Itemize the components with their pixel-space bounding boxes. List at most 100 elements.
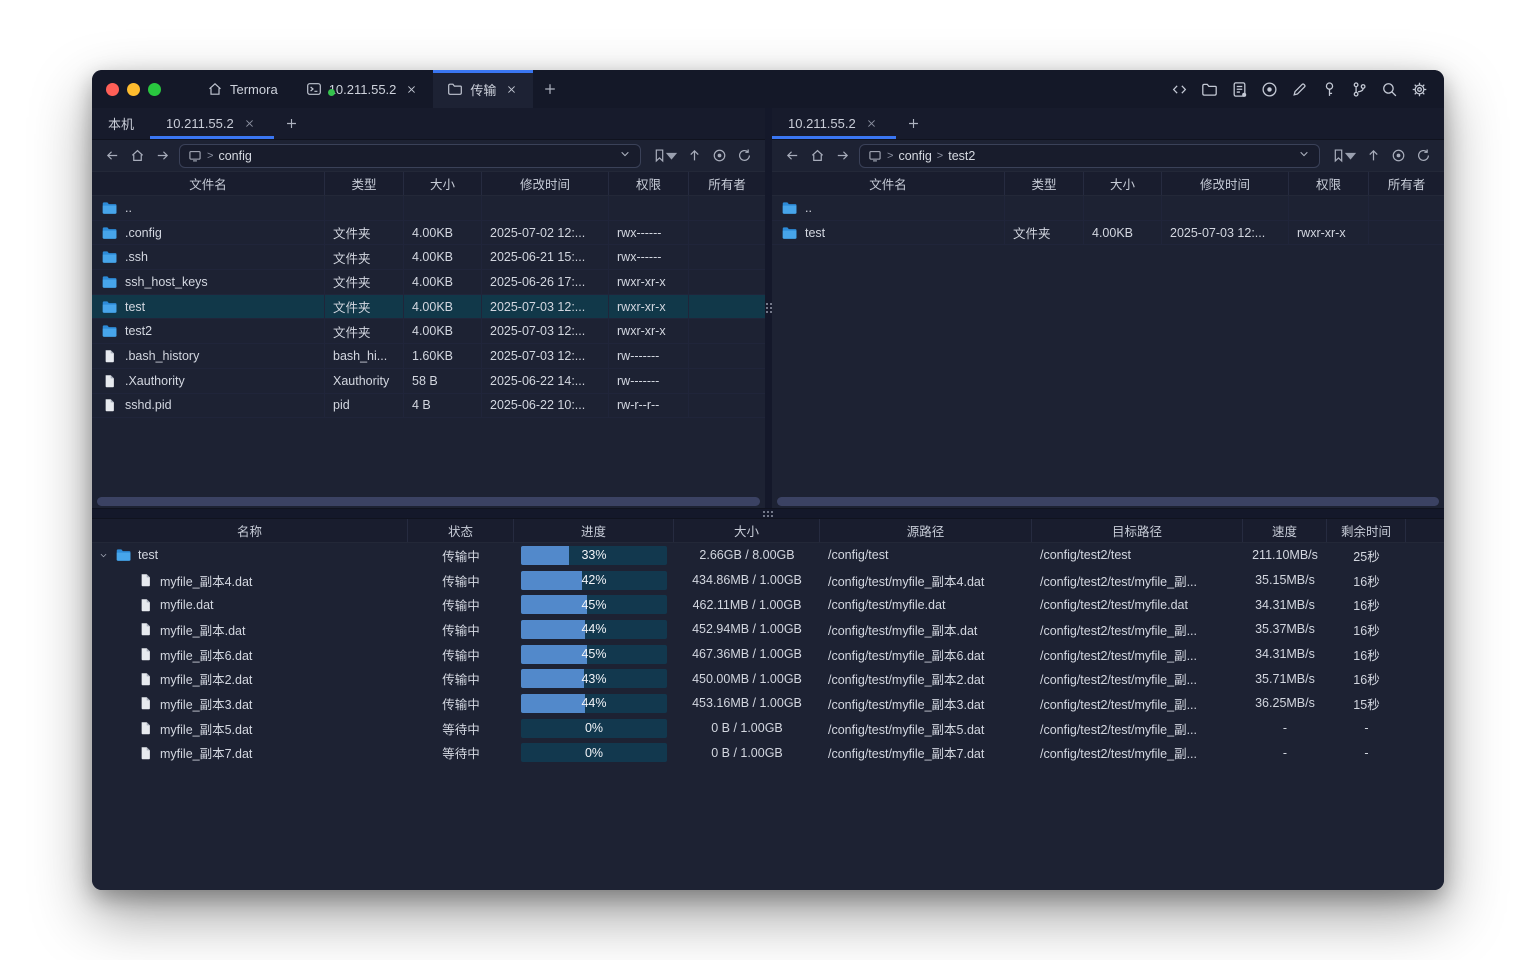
file-row[interactable]: .Xauthority Xauthority 58 B 2025-06-22 1…	[92, 369, 765, 394]
tab-remote-host[interactable]: 10.211.55.2	[150, 108, 274, 139]
column-header-mtime[interactable]: 修改时间	[482, 172, 609, 195]
file-row[interactable]: .bash_history bash_hi... 1.60KB 2025-07-…	[92, 344, 765, 369]
path-breadcrumb-field[interactable]: >config>test2	[859, 144, 1320, 168]
file-row[interactable]: test2 文件夹 4.00KB 2025-07-03 12:... rwxr-…	[92, 319, 765, 344]
path-dropdown-button[interactable]	[618, 147, 632, 164]
close-window-button[interactable]	[106, 83, 119, 96]
column-header-speed[interactable]: 速度	[1243, 519, 1327, 542]
breadcrumb-segment[interactable]: config	[216, 149, 253, 163]
column-header-owner[interactable]: 所有者	[689, 172, 765, 195]
scrollbar-thumb[interactable]	[777, 497, 1439, 506]
new-panel-tab-button[interactable]	[896, 108, 932, 139]
file-icon	[138, 746, 153, 760]
close-tab-button[interactable]	[403, 81, 419, 97]
new-panel-tab-button[interactable]	[274, 108, 310, 139]
file-row[interactable]: sshd.pid pid 4 B 2025-06-22 10:... rw-r-…	[92, 394, 765, 419]
transfer-row[interactable]: myfile_副本2.dat 传输中 43% 450.00MB / 1.00GB…	[92, 666, 1444, 691]
column-header-size[interactable]: 大小	[1084, 172, 1162, 195]
path-breadcrumb-field[interactable]: >config	[179, 144, 641, 168]
column-header-type[interactable]: 类型	[325, 172, 404, 195]
column-header-filename[interactable]: 文件名	[92, 172, 325, 195]
tab-local[interactable]: 本机	[92, 108, 150, 139]
transfer-target: /config/test2/test/myfile_副...	[1032, 743, 1243, 762]
column-header-owner[interactable]: 所有者	[1369, 172, 1444, 195]
close-tab-button[interactable]	[242, 116, 258, 132]
edit-button[interactable]	[1286, 76, 1312, 102]
show-hidden-button[interactable]	[707, 144, 732, 168]
column-header-eta[interactable]: 剩余时间	[1327, 519, 1406, 542]
column-header-filename[interactable]: 文件名	[772, 172, 1005, 195]
breadcrumb-segment[interactable]: test2	[946, 149, 977, 163]
caret-down-icon	[1343, 148, 1358, 163]
home-button[interactable]	[125, 144, 150, 168]
close-tab-button[interactable]	[864, 116, 880, 132]
file-size: 4.00KB	[404, 295, 482, 320]
breadcrumb-segment[interactable]: config	[896, 149, 933, 163]
show-hidden-button[interactable]	[1386, 144, 1411, 168]
upload-button[interactable]	[1361, 144, 1386, 168]
settings-button[interactable]	[1406, 76, 1432, 102]
transfer-row[interactable]: myfile_副本.dat 传输中 44% 452.94MB / 1.00GB …	[92, 617, 1444, 642]
file-row[interactable]: test 文件夹 4.00KB 2025-07-03 12:... rwxr-x…	[92, 295, 765, 320]
column-header-target[interactable]: 目标路径	[1032, 519, 1243, 542]
transfer-row[interactable]: myfile_副本7.dat 等待中 0% 0 B / 1.00GB /conf…	[92, 741, 1444, 766]
transfer-row[interactable]: myfile_副本6.dat 传输中 45% 467.36MB / 1.00GB…	[92, 642, 1444, 667]
code-button[interactable]	[1166, 76, 1192, 102]
file-row[interactable]: ssh_host_keys 文件夹 4.00KB 2025-06-26 17:.…	[92, 270, 765, 295]
vertical-splitter[interactable]	[765, 108, 772, 508]
zoom-window-button[interactable]	[148, 83, 161, 96]
column-header-progress[interactable]: 进度	[514, 519, 674, 542]
tab-transfer[interactable]: 传输	[433, 70, 533, 108]
expander-chevron-icon[interactable]	[98, 550, 109, 561]
transfer-row[interactable]: test 传输中 33% 2.66GB / 8.00GB /config/tes…	[92, 543, 1444, 568]
refresh-button[interactable]	[732, 144, 757, 168]
keys-button[interactable]	[1316, 76, 1342, 102]
column-header-source[interactable]: 源路径	[820, 519, 1032, 542]
forward-button[interactable]	[830, 144, 855, 168]
branch-button[interactable]	[1346, 76, 1372, 102]
back-button[interactable]	[780, 144, 805, 168]
new-tab-button[interactable]	[533, 70, 567, 108]
column-header-perm[interactable]: 权限	[1289, 172, 1369, 195]
tab-remote-host[interactable]: 10.211.55.2	[772, 108, 896, 139]
column-header-type[interactable]: 类型	[1005, 172, 1084, 195]
sessions-button[interactable]	[1226, 76, 1252, 102]
column-header-status[interactable]: 状态	[408, 519, 514, 542]
bookmarks-button[interactable]	[648, 144, 682, 168]
transfer-row[interactable]: myfile_副本4.dat 传输中 42% 434.86MB / 1.00GB…	[92, 568, 1444, 593]
terminal-icon-wrap	[306, 81, 322, 97]
path-dropdown-button[interactable]	[1297, 147, 1311, 164]
progress-fill	[521, 595, 587, 614]
column-header-mtime[interactable]: 修改时间	[1162, 172, 1289, 195]
close-tab-button[interactable]	[503, 81, 519, 97]
record-button[interactable]	[1256, 76, 1282, 102]
column-header-size[interactable]: 大小	[404, 172, 482, 195]
file-row[interactable]: test 文件夹 4.00KB 2025-07-03 12:... rwxr-x…	[772, 221, 1444, 246]
file-row[interactable]: ..	[772, 196, 1444, 221]
home-button[interactable]	[805, 144, 830, 168]
column-header-perm[interactable]: 权限	[609, 172, 689, 195]
folder-button[interactable]	[1196, 76, 1222, 102]
file-row[interactable]: .ssh 文件夹 4.00KB 2025-06-21 15:... rwx---…	[92, 245, 765, 270]
minimize-window-button[interactable]	[127, 83, 140, 96]
chevron-down-icon	[1297, 147, 1311, 161]
tab-session[interactable]: 10.211.55.2	[292, 70, 434, 108]
back-button[interactable]	[100, 144, 125, 168]
forward-button[interactable]	[150, 144, 175, 168]
transfer-row[interactable]: myfile.dat 传输中 45% 462.11MB / 1.00GB /co…	[92, 592, 1444, 617]
column-header-name[interactable]: 名称	[92, 519, 408, 542]
refresh-button[interactable]	[1411, 144, 1436, 168]
search-button[interactable]	[1376, 76, 1402, 102]
transfer-row[interactable]: myfile_副本3.dat 传输中 44% 453.16MB / 1.00GB…	[92, 691, 1444, 716]
file-owner	[689, 394, 765, 419]
caret-down-icon	[664, 148, 679, 163]
transfer-row[interactable]: myfile_副本5.dat 等待中 0% 0 B / 1.00GB /conf…	[92, 716, 1444, 741]
tab-termora-home[interactable]: Termora	[193, 70, 292, 108]
bookmarks-button[interactable]	[1327, 144, 1361, 168]
file-row[interactable]: ..	[92, 196, 765, 221]
scrollbar-thumb[interactable]	[97, 497, 760, 506]
file-row[interactable]: .config 文件夹 4.00KB 2025-07-02 12:... rwx…	[92, 221, 765, 246]
horizontal-splitter[interactable]	[92, 508, 1444, 519]
column-header-size[interactable]: 大小	[674, 519, 820, 542]
upload-button[interactable]	[682, 144, 707, 168]
